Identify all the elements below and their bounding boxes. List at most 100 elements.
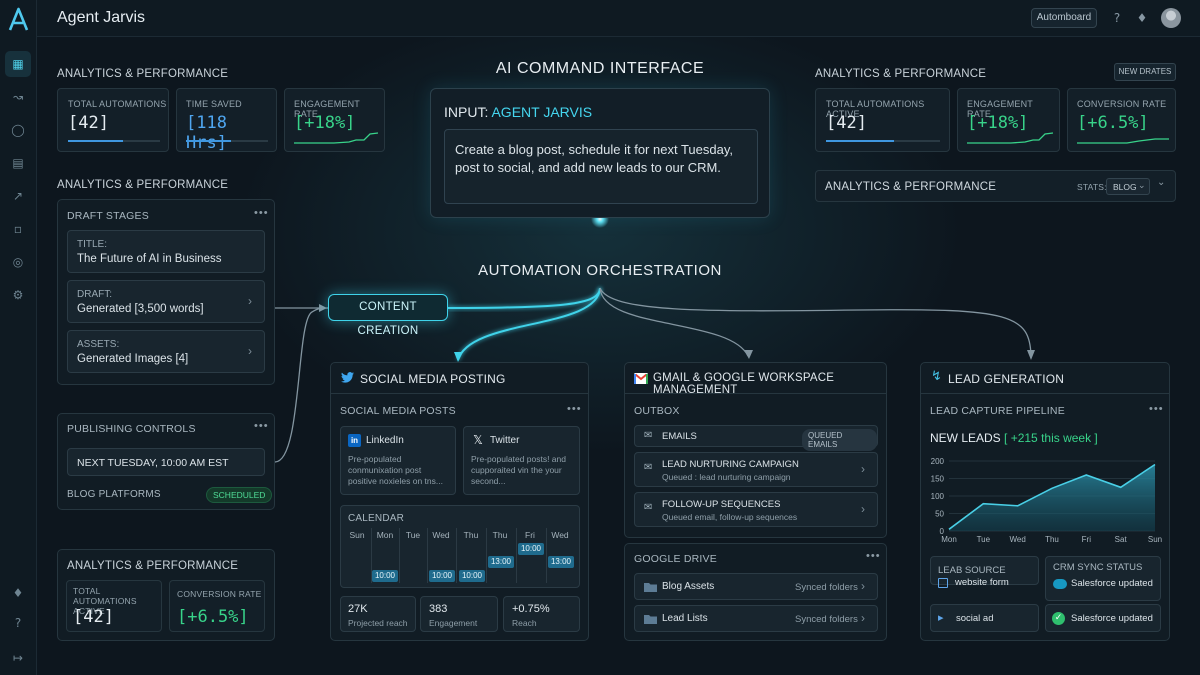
blog-platforms-label: BLOG PLATFORMS: [67, 489, 161, 500]
help-icon[interactable]: ?: [5, 610, 31, 636]
crm-sync-status-2: ✓ Salesforce updated: [1045, 604, 1161, 632]
automboard-button[interactable]: Automboard: [1031, 8, 1097, 28]
metric-time-saved: TIME SAVED [118 Hrs]: [176, 88, 277, 153]
calendar-day: Sun: [349, 530, 365, 540]
command-input[interactable]: Create a blog post, schedule it for next…: [444, 129, 758, 204]
calendar-day: Mon: [376, 530, 394, 540]
calendar-event[interactable]: 13:00: [548, 556, 574, 568]
calendar-event[interactable]: 10:00: [372, 570, 398, 582]
left-analytics-title-2: ANALYTICS & PERFORMANCE: [57, 179, 229, 191]
target-icon[interactable]: ◎: [5, 249, 31, 275]
x-icon: 𝕏: [473, 433, 483, 447]
chart-area: [949, 464, 1155, 531]
more-options-icon[interactable]: •••: [1149, 403, 1164, 415]
bell-icon[interactable]: ♦: [5, 580, 31, 606]
logout-icon[interactable]: ↦: [5, 645, 31, 671]
metric-value: [+6.5%]: [177, 607, 249, 627]
dashboard-icon[interactable]: ▦: [5, 51, 31, 77]
drive-sync-status: Synced folders: [795, 614, 858, 625]
follow-up-row[interactable]: ✉ FOLLOW-UP SEQUENCES Queued email, foll…: [634, 492, 878, 527]
lead-source-social[interactable]: ▸ social ad: [930, 604, 1039, 632]
metric-progress: [826, 140, 940, 142]
lead-generation-panel: ↯ LEAD GENERATION LEAD CAPTURE PIPELINE …: [920, 362, 1170, 641]
new-drates-button[interactable]: NEW DRATES: [1114, 63, 1176, 81]
crm-status: Salesforce updated: [1071, 613, 1153, 624]
help-icon[interactable]: ?: [1108, 9, 1126, 27]
drive-row-lead-lists[interactable]: Lead Lists Synced folders ›: [634, 605, 878, 632]
bar-chart-icon[interactable]: ▤: [5, 150, 31, 176]
bottom-analytics-title: ANALYTICS & PERFORMANCE: [67, 560, 239, 572]
stat-projected-reach: 27K Projected reach: [340, 596, 416, 632]
social-posts-title: SOCIAL MEDIA POSTS: [340, 405, 456, 417]
chart-y-tick: 50: [935, 510, 944, 519]
campaign-title: FOLLOW-UP SEQUENCES: [662, 499, 781, 510]
twitter-post-card[interactable]: 𝕏 Twitter Pre-populated posts! and cuppo…: [463, 426, 580, 495]
more-options-icon[interactable]: •••: [254, 207, 269, 219]
lead-nurturing-row[interactable]: ✉ LEAD NURTURING CAMPAIGN Queued : lead …: [634, 452, 878, 487]
calendar-event[interactable]: 10:00: [459, 570, 485, 582]
more-options-icon[interactable]: •••: [866, 550, 881, 562]
draft-stages-title: DRAFT STAGES: [67, 210, 149, 222]
schedule-date: NEXT TUESDAY, 10:00 AM EST: [77, 457, 229, 469]
app-logo[interactable]: [0, 4, 37, 34]
gmail-panel: GMAIL & GOOGLE WORKSPACE MANAGEMENT OUTB…: [624, 362, 887, 538]
draft-row-draft[interactable]: DRAFT: Generated [3,500 words] ›: [67, 280, 265, 323]
linkedin-name: LinkedIn: [366, 435, 404, 446]
google-drive-title: GOOGLE DRIVE: [634, 553, 717, 565]
line-chart-icon[interactable]: ↗: [5, 183, 31, 209]
lead-source-name: social ad: [956, 613, 994, 624]
calendar-event[interactable]: 10:00: [518, 543, 544, 555]
schedule-date-field[interactable]: NEXT TUESDAY, 10:00 AM EST: [67, 448, 265, 476]
row-label: ASSETS:: [77, 339, 120, 350]
chart-x-tick-labels: Mon Tue Wed Thu Fri Sat Sun: [941, 535, 1162, 544]
lead-chart: 200150100500 Mon Tue Wed Thu Fri Sat Sun: [931, 457, 1162, 544]
notification-bell-icon[interactable]: ♦: [1133, 9, 1151, 27]
stat-reach: +0.75% Reach: [503, 596, 580, 632]
draft-row-assets[interactable]: ASSETS: Generated Images [4] ›: [67, 330, 265, 373]
chart-x-tick: Sun: [1148, 535, 1162, 544]
stat-label: Reach: [512, 618, 537, 628]
chart-x-tick: Thu: [1045, 535, 1059, 544]
metric-total-automations: TOTAL AUTOMATIONS [42]: [57, 88, 169, 152]
user-avatar[interactable]: [1161, 8, 1181, 28]
metric-value: [42]: [826, 113, 867, 133]
chart-y-tick: 100: [931, 492, 945, 501]
crm-sync-card: CRM SYNC STATUS Salesforce updated: [1045, 556, 1161, 601]
metric-value: [42]: [73, 607, 114, 627]
workflow-icon[interactable]: ◯: [5, 117, 31, 143]
settings-icon[interactable]: ⚙: [5, 282, 31, 308]
draft-row-title[interactable]: TITLE: The Future of AI in Business: [67, 230, 265, 273]
queued-emails-badge: QUEUED EMAILS: [802, 429, 877, 451]
check-circle-icon: ✓: [1052, 612, 1065, 625]
input-label: INPUT: AGENT JARVIS: [444, 104, 593, 120]
engagement-sparkline: [294, 132, 378, 144]
more-options-icon[interactable]: •••: [567, 403, 582, 415]
campaign-subtitle: Queued : lead nurturing campaign: [662, 472, 791, 482]
drive-sync-status: Synced folders: [795, 582, 858, 593]
drive-row-blog-assets[interactable]: Blog Assets Synced folders ›: [634, 573, 878, 600]
metric-conversion-rate: CONVERSION RATE [+6.5%]: [169, 580, 265, 632]
chart-x-tick: Wed: [1010, 535, 1026, 544]
chevron-right-icon: ›: [861, 611, 865, 625]
mail-icon: ✉: [644, 502, 653, 513]
lead-source-website[interactable]: website form: [930, 572, 1039, 594]
social-media-panel: SOCIAL MEDIA POSTING SOCIAL MEDIA POSTS …: [330, 362, 589, 641]
automation-icon[interactable]: ↝: [5, 84, 31, 110]
content-creation-node[interactable]: CONTENT CREATION: [328, 294, 448, 337]
more-options-icon[interactable]: •••: [254, 420, 269, 432]
inbox-icon[interactable]: ▫: [5, 216, 31, 242]
megaphone-icon: ▸: [938, 611, 944, 624]
stat-engagement: 383 Engagement: [420, 596, 498, 632]
calendar-day: Thu: [492, 530, 508, 540]
calendar-event[interactable]: 10:00: [429, 570, 455, 582]
chevron-down-icon[interactable]: ⌄: [1157, 177, 1165, 188]
linkedin-post-card[interactable]: in LinkedIn Pre-populated conmunixation …: [340, 426, 456, 495]
stats-select[interactable]: BLOG ⌄: [1106, 178, 1150, 195]
stat-value: 27K: [348, 603, 368, 615]
emails-row[interactable]: ✉ EMAILS QUEUED EMAILS: [634, 425, 878, 451]
metric-total-automations-active: TOTAL AUTOMATIONS ACTIVE [42]: [66, 580, 162, 632]
calendar-event[interactable]: 13:00: [488, 556, 514, 568]
lead-generation-title: LEAD GENERATION: [948, 372, 1065, 386]
drive-folder-name: Blog Assets: [662, 581, 715, 592]
chevron-right-icon: ›: [861, 579, 865, 593]
